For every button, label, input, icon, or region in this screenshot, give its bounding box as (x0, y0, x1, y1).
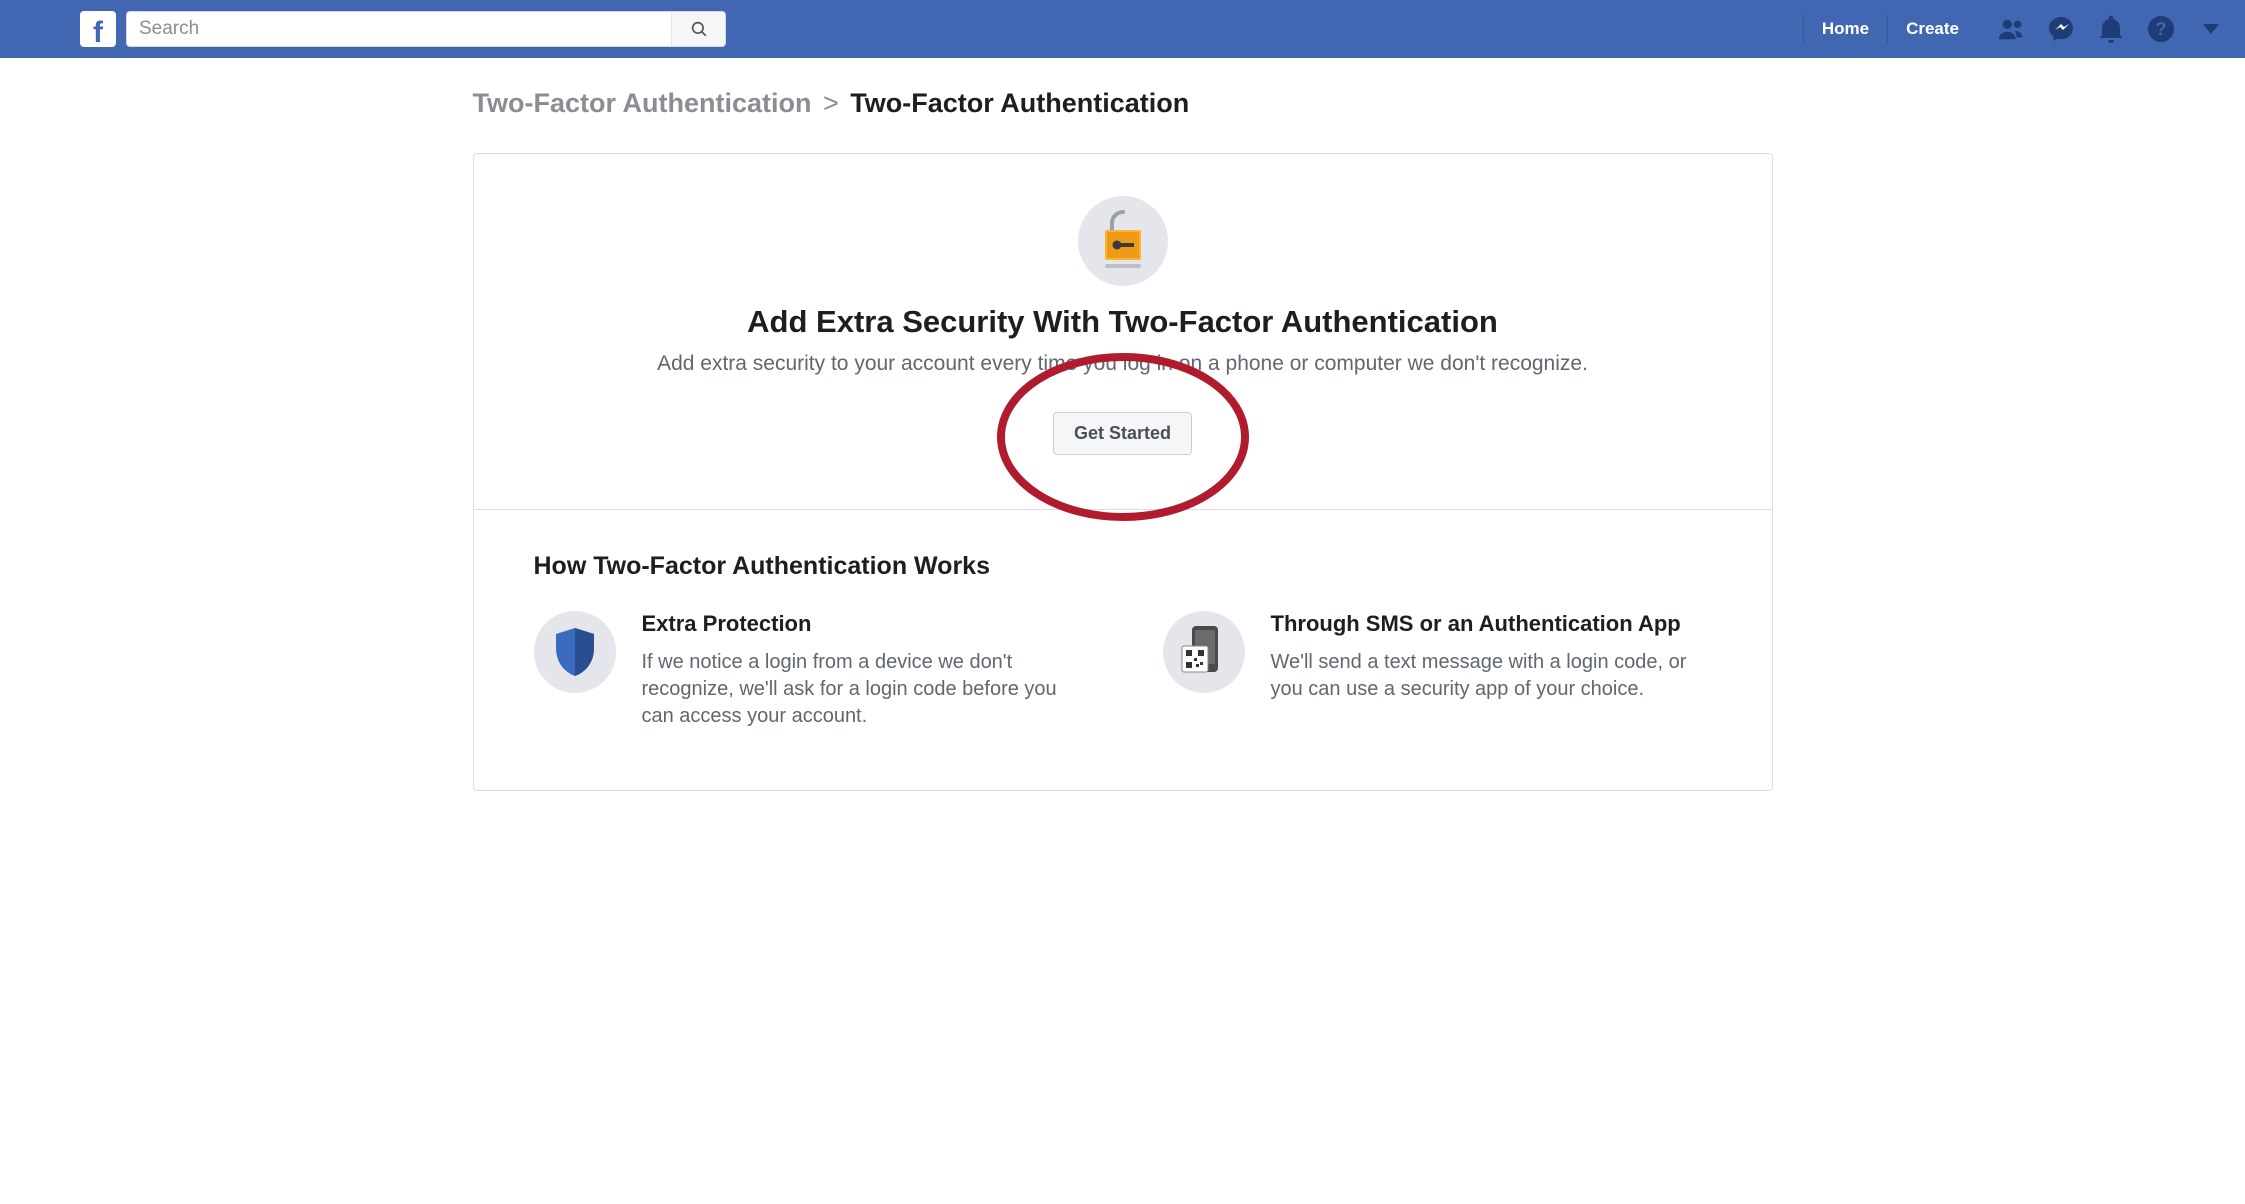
hero-subtitle: Add extra security to your account every… (534, 352, 1712, 376)
howto-item-protection: Extra Protection If we notice a login fr… (534, 611, 1083, 730)
friend-requests-icon[interactable] (1997, 15, 2025, 43)
notifications-icon[interactable] (2097, 15, 2125, 43)
topbar: f Home Create ? (0, 0, 2245, 58)
get-started-button[interactable]: Get Started (1053, 412, 1192, 455)
fb-logo[interactable]: f (80, 11, 116, 47)
breadcrumb-parent[interactable]: Two-Factor Authentication (473, 88, 812, 118)
search-input[interactable] (127, 12, 671, 46)
howto-item-body: If we notice a login from a device we do… (642, 649, 1083, 730)
nav-create[interactable]: Create (1887, 14, 1977, 44)
search-icon (690, 20, 708, 38)
nav-home[interactable]: Home (1803, 14, 1887, 44)
svg-text:?: ? (2156, 19, 2167, 39)
hero-title: Add Extra Security With Two-Factor Authe… (534, 304, 1712, 340)
messenger-icon[interactable] (2047, 15, 2075, 43)
search-button[interactable] (671, 12, 725, 46)
breadcrumb: Two-Factor Authentication > Two-Factor A… (473, 88, 1773, 119)
howto-section: How Two-Factor Authentication Works Extr… (474, 510, 1772, 790)
howto-item-body: We'll send a text message with a login c… (1271, 649, 1712, 703)
howto-item-sms: Through SMS or an Authentication App We'… (1163, 611, 1712, 730)
account-menu-icon[interactable] (2197, 15, 2225, 43)
shield-icon (534, 611, 616, 693)
breadcrumb-current: Two-Factor Authentication (850, 88, 1189, 118)
breadcrumb-separator: > (819, 88, 843, 118)
howto-item-title: Through SMS or an Authentication App (1271, 611, 1712, 637)
page-content: Two-Factor Authentication > Two-Factor A… (473, 58, 1773, 821)
hero-section: Add Extra Security With Two-Factor Authe… (474, 154, 1772, 510)
howto-item-title: Extra Protection (642, 611, 1083, 637)
howto-heading: How Two-Factor Authentication Works (534, 552, 1712, 581)
fb-logo-letter: f (93, 18, 103, 48)
help-icon[interactable]: ? (2147, 15, 2175, 43)
lock-icon (1078, 196, 1168, 286)
topbar-icon-cluster: ? (1997, 15, 2225, 43)
twofa-card: Add Extra Security With Two-Factor Authe… (473, 153, 1773, 791)
search-box (126, 11, 726, 47)
phone-qr-icon (1163, 611, 1245, 693)
